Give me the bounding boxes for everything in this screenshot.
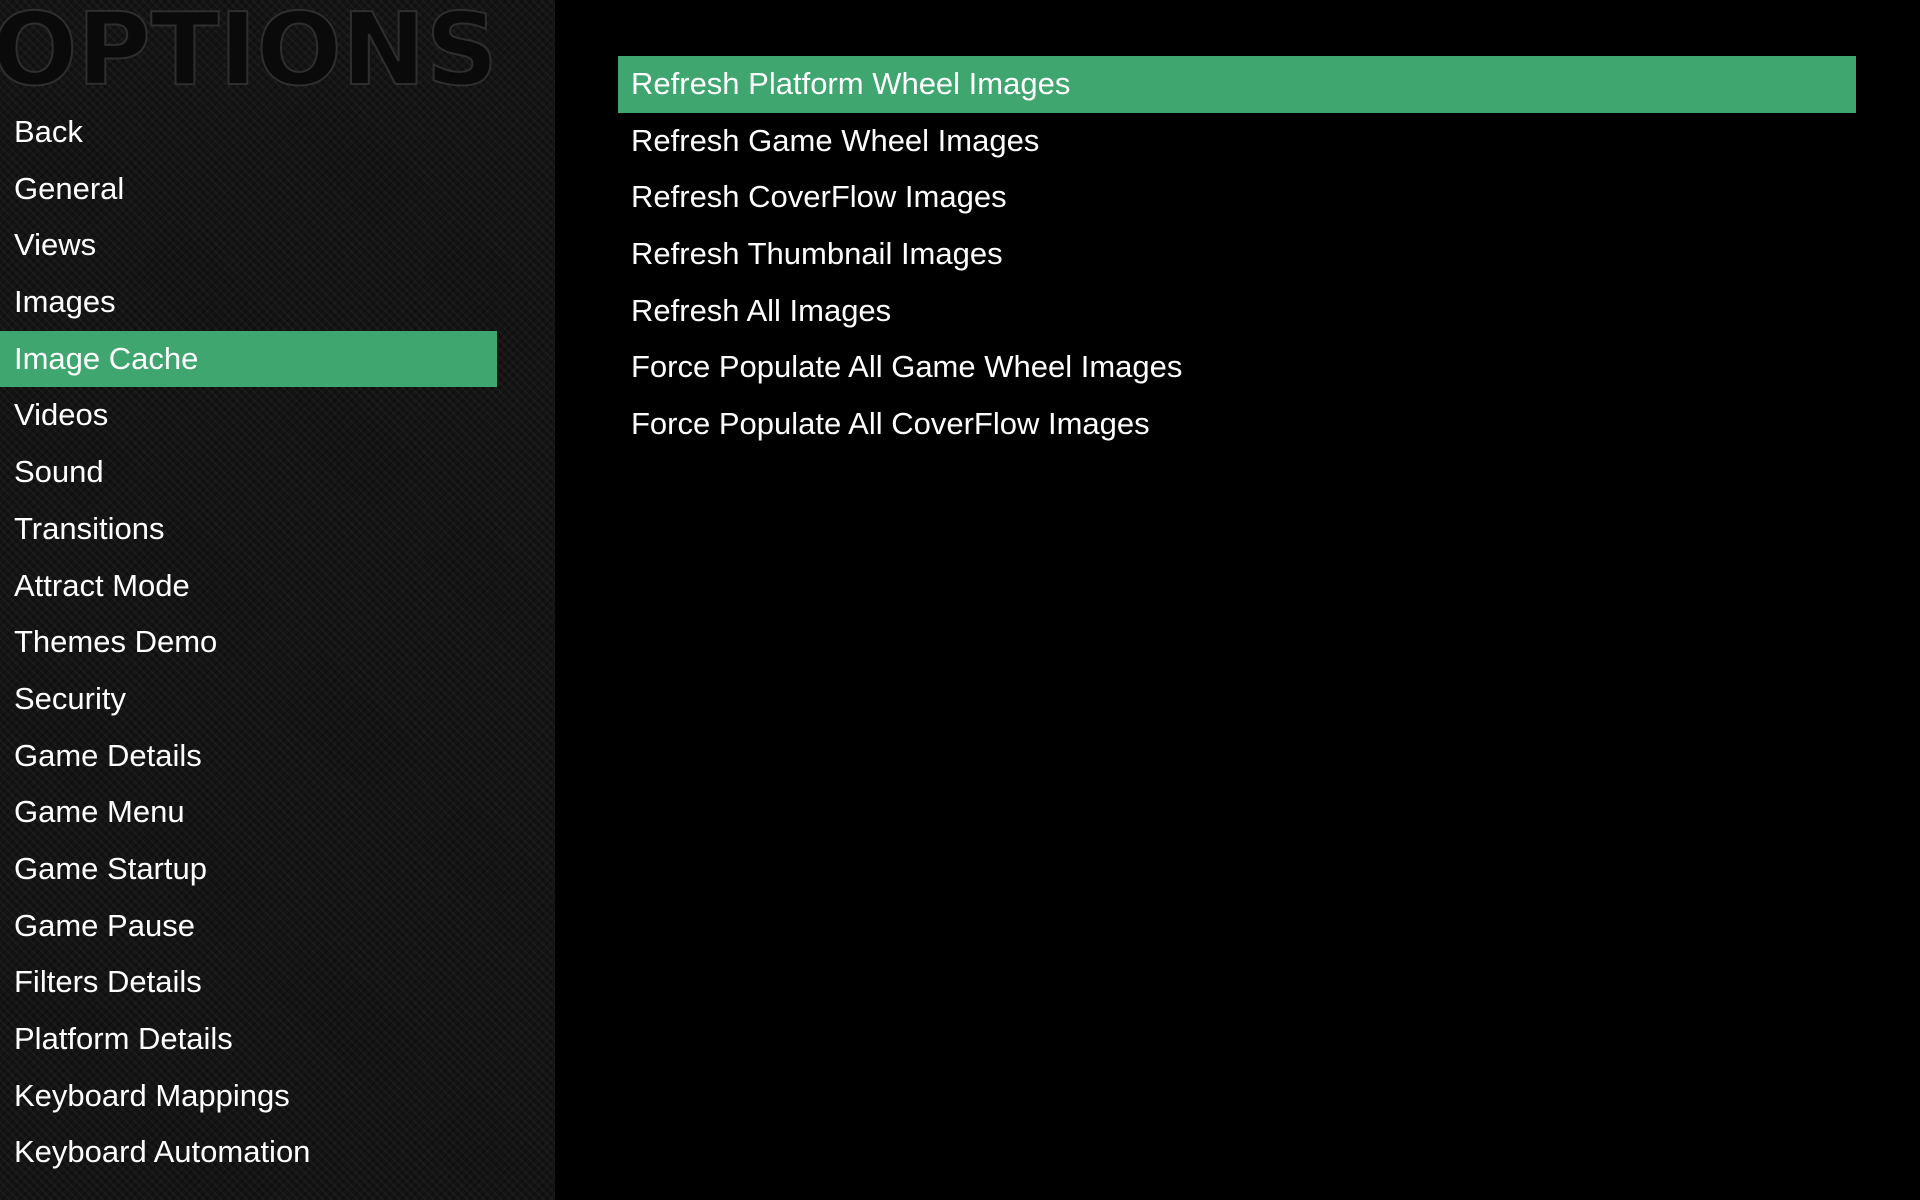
sidebar-item-keyboard-automation[interactable]: Keyboard Automation <box>0 1124 497 1181</box>
sidebar-item-security[interactable]: Security <box>0 671 497 728</box>
sidebar-item-back[interactable]: Back <box>0 104 497 161</box>
sidebar-item-game-startup[interactable]: Game Startup <box>0 841 497 898</box>
sidebar-item-images[interactable]: Images <box>0 274 497 331</box>
options-logo-text: OPTIONS <box>0 0 498 104</box>
options-logo-graphic: OPTIONS <box>0 0 499 104</box>
sidebar-item-videos[interactable]: Videos <box>0 387 497 444</box>
options-logo: OPTIONS <box>0 0 502 104</box>
sidebar-item-image-cache[interactable]: Image Cache <box>0 330 497 388</box>
sidebar-item-sound[interactable]: Sound <box>0 444 497 501</box>
option-refresh-thumbnail-images[interactable]: Refresh Thumbnail Images <box>618 226 1856 283</box>
sidebar-item-views[interactable]: Views <box>0 217 497 274</box>
options-sidebar: OPTIONS Back General Views Images Image … <box>0 0 555 1200</box>
sidebar-item-platform-details[interactable]: Platform Details <box>0 1011 497 1068</box>
options-screen: OPTIONS Back General Views Images Image … <box>0 0 1920 1200</box>
sidebar-item-game-menu[interactable]: Game Menu <box>0 784 497 841</box>
sidebar-item-transitions[interactable]: Transitions <box>0 501 497 558</box>
sidebar-item-game-details[interactable]: Game Details <box>0 728 497 785</box>
option-force-populate-coverflow-images[interactable]: Force Populate All CoverFlow Images <box>618 396 1856 453</box>
sidebar-item-attract-mode[interactable]: Attract Mode <box>0 558 497 615</box>
sidebar-item-filters-details[interactable]: Filters Details <box>0 954 497 1011</box>
option-refresh-all-images[interactable]: Refresh All Images <box>618 283 1856 340</box>
sidebar-item-themes-demo[interactable]: Themes Demo <box>0 614 497 671</box>
option-force-populate-game-wheel-images[interactable]: Force Populate All Game Wheel Images <box>618 339 1856 396</box>
image-cache-panel: Refresh Platform Wheel Images Refresh Ga… <box>555 0 1920 1200</box>
option-refresh-game-wheel-images[interactable]: Refresh Game Wheel Images <box>618 113 1856 170</box>
sidebar-item-keyboard-mappings[interactable]: Keyboard Mappings <box>0 1068 497 1125</box>
sidebar-item-game-pause[interactable]: Game Pause <box>0 898 497 955</box>
option-refresh-platform-wheel-images[interactable]: Refresh Platform Wheel Images <box>618 56 1856 113</box>
option-refresh-coverflow-images[interactable]: Refresh CoverFlow Images <box>618 169 1856 226</box>
sidebar-item-general[interactable]: General <box>0 161 497 218</box>
sidebar-menu: Back General Views Images Image Cache Vi… <box>0 104 497 1181</box>
image-cache-options-list: Refresh Platform Wheel Images Refresh Ga… <box>618 56 1856 453</box>
